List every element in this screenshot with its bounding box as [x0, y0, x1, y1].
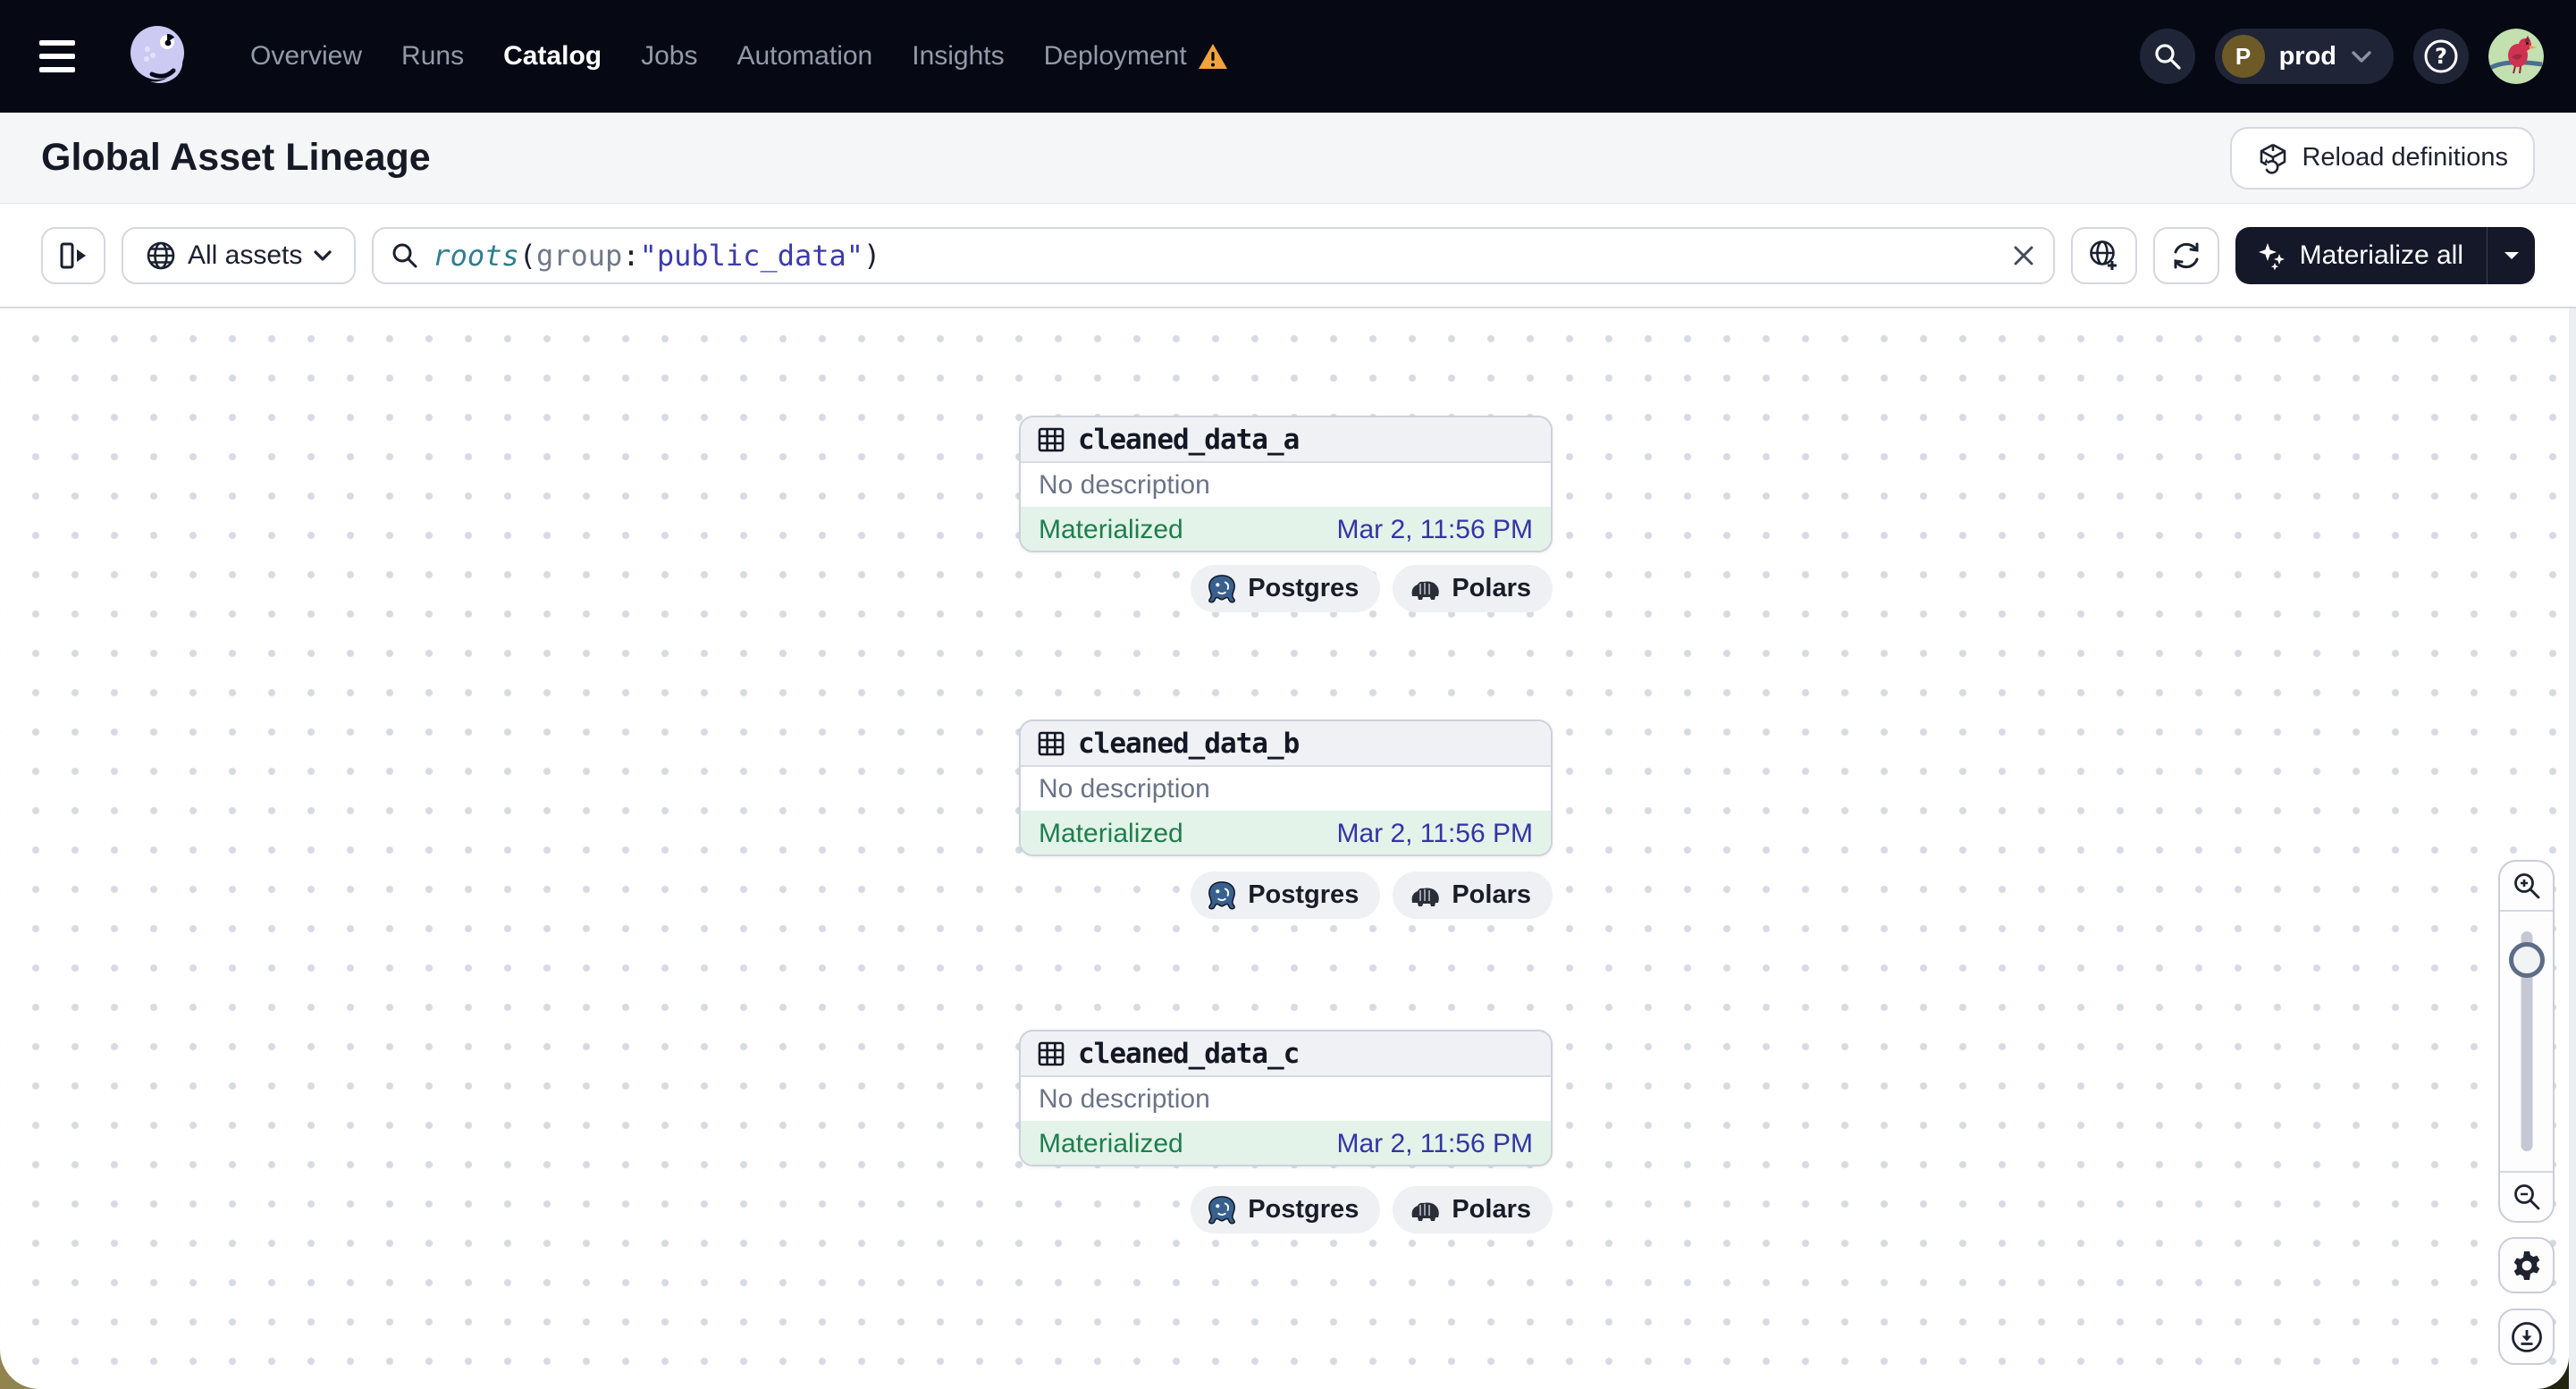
tag-label: Postgres	[1248, 574, 1360, 602]
nav-item-runs[interactable]: Runs	[401, 41, 464, 72]
package-reload-icon	[2257, 142, 2289, 174]
zoom-slider[interactable]	[2500, 910, 2553, 1173]
asset-tags-row: Postgres Polars	[1019, 565, 1553, 612]
download-graph-button[interactable]	[2498, 1309, 2555, 1365]
asset-timestamp[interactable]: Mar 2, 11:56 PM	[1336, 1129, 1533, 1159]
download-icon	[2510, 1320, 2544, 1354]
table-icon	[1037, 425, 1065, 454]
asset-name: cleaned_data_b	[1078, 727, 1300, 760]
nav-item-automation[interactable]: Automation	[737, 41, 872, 72]
refresh-graph-button[interactable]	[2152, 226, 2219, 284]
deployment-warning-icon	[1198, 43, 1228, 70]
page-header: Global Asset Lineage Reload definitions	[0, 113, 2576, 204]
materialize-all-button[interactable]: Materialize all	[2235, 227, 2487, 284]
asset-status: Materialized	[1039, 818, 1183, 848]
chevron-down-icon	[2351, 50, 2372, 63]
asset-timestamp[interactable]: Mar 2, 11:56 PM	[1336, 819, 1533, 849]
page-title: Global Asset Lineage	[41, 136, 431, 179]
asset-node-cleaned-data-c[interactable]: cleaned_data_c No description Materializ…	[1019, 1030, 1553, 1166]
zoom-slider-handle[interactable]	[2508, 942, 2545, 978]
zoom-in-button[interactable]	[2500, 862, 2553, 910]
tag-polars[interactable]: Polars	[1393, 1186, 1553, 1233]
postgres-icon	[1207, 574, 1237, 604]
clear-query-icon[interactable]	[2012, 244, 2035, 267]
postgres-icon	[1207, 880, 1237, 911]
globe-icon	[145, 240, 177, 272]
asset-status: Materialized	[1039, 514, 1183, 544]
nav-item-overview[interactable]: Overview	[250, 41, 362, 72]
nav-item-insights[interactable]: Insights	[912, 41, 1004, 72]
lineage-graph-canvas[interactable]: cleaned_data_a No description Materializ…	[0, 308, 2569, 1389]
asset-tags-row: Postgres Polars	[1019, 1186, 1553, 1233]
gear-icon	[2510, 1249, 2544, 1283]
environment-name: prod	[2278, 41, 2336, 71]
sparkles-icon	[2255, 240, 2287, 272]
asset-name: cleaned_data_c	[1078, 1037, 1300, 1070]
zoom-controls	[2498, 860, 2555, 1223]
tag-label: Postgres	[1248, 880, 1360, 909]
nav-links: Overview Runs Catalog Jobs Automation In…	[250, 41, 1228, 72]
asset-node-cleaned-data-b[interactable]: cleaned_data_b No description Materializ…	[1019, 720, 1553, 856]
table-icon	[1037, 729, 1065, 758]
asset-scope-filter-button[interactable]: All assets	[122, 226, 357, 284]
tag-polars[interactable]: Polars	[1393, 565, 1553, 612]
tag-polars[interactable]: Polars	[1393, 871, 1553, 919]
dagster-logo[interactable]	[125, 22, 193, 90]
environment-initial-badge: P	[2221, 35, 2265, 78]
refresh-icon	[2169, 239, 2203, 273]
nav-item-deployment[interactable]: Deployment	[1044, 41, 1228, 72]
tag-label: Polars	[1452, 1195, 1531, 1224]
materialize-options-button[interactable]	[2487, 226, 2535, 284]
vertical-scrollbar[interactable]	[2569, 308, 2576, 1389]
tag-postgres[interactable]: Postgres	[1191, 871, 1381, 919]
help-icon[interactable]: ?	[2413, 29, 2469, 84]
asset-tags-row: Postgres Polars	[1019, 871, 1553, 919]
materialize-all-split-button: Materialize all	[2235, 226, 2535, 284]
panel-expand-icon	[57, 240, 89, 272]
asset-description: No description	[1039, 1083, 1210, 1114]
table-icon	[1037, 1040, 1065, 1068]
lineage-toolbar: All assets roots(group: "public_data") Ma…	[0, 204, 2576, 308]
hamburger-menu-icon[interactable]	[32, 29, 86, 83]
tag-postgres[interactable]: Postgres	[1191, 1186, 1381, 1233]
asset-status: Materialized	[1039, 1128, 1183, 1158]
environment-switcher[interactable]: P prod	[2214, 29, 2394, 84]
tag-label: Polars	[1452, 880, 1531, 909]
tag-label: Polars	[1452, 574, 1531, 602]
chevron-down-icon	[313, 249, 333, 262]
asset-timestamp[interactable]: Mar 2, 11:56 PM	[1336, 515, 1533, 545]
asset-description: No description	[1039, 773, 1210, 804]
polars-icon	[1409, 883, 1441, 908]
filter-presets-button[interactable]	[2070, 226, 2137, 284]
user-avatar[interactable]	[2488, 29, 2544, 84]
graph-settings-button[interactable]	[2498, 1237, 2555, 1293]
nav-right-cluster: P prod ?	[2139, 29, 2544, 84]
asset-node-cleaned-data-a[interactable]: cleaned_data_a No description Materializ…	[1019, 416, 1553, 552]
caret-down-icon	[2503, 250, 2521, 261]
search-icon	[391, 242, 418, 269]
polars-icon	[1409, 1198, 1441, 1223]
zoom-out-button[interactable]	[2500, 1173, 2553, 1221]
polars-icon	[1409, 577, 1441, 602]
tag-label: Postgres	[1248, 1195, 1360, 1224]
nav-item-catalog[interactable]: Catalog	[503, 41, 602, 72]
tag-postgres[interactable]: Postgres	[1191, 565, 1381, 612]
asset-selection-input[interactable]: roots(group: "public_data")	[372, 226, 2055, 284]
open-sidebar-panel-button[interactable]	[41, 226, 105, 284]
asset-name: cleaned_data_a	[1078, 423, 1300, 456]
svg-text:?: ?	[2435, 44, 2447, 69]
globe-plus-icon	[2087, 239, 2121, 273]
search-icon[interactable]	[2139, 29, 2195, 84]
nav-item-jobs[interactable]: Jobs	[641, 41, 697, 72]
postgres-icon	[1207, 1195, 1237, 1225]
query-text: roots(group: "public_data")	[433, 238, 881, 273]
reload-definitions-button[interactable]: Reload definitions	[2230, 126, 2535, 189]
top-nav-bar: Overview Runs Catalog Jobs Automation In…	[0, 0, 2576, 113]
asset-description: No description	[1039, 469, 1210, 500]
